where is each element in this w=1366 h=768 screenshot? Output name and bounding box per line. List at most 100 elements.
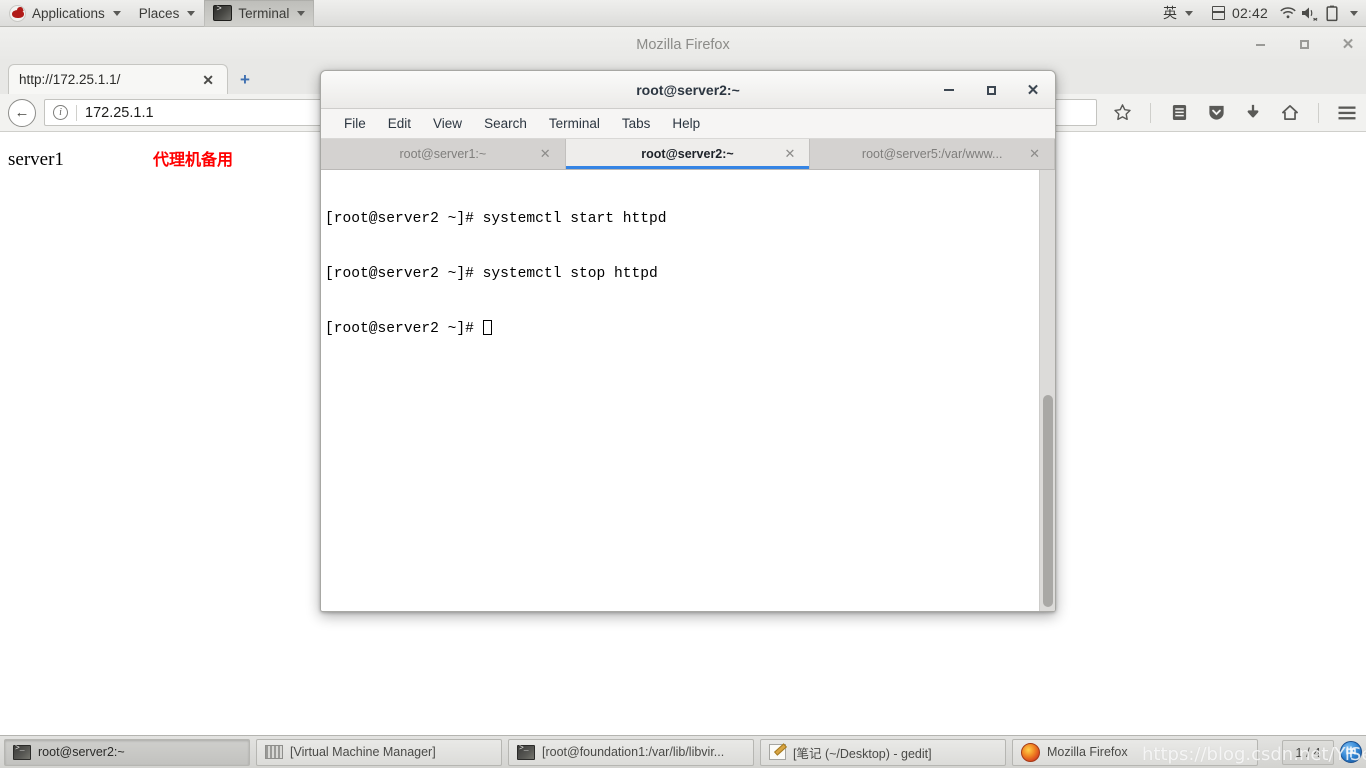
terminal-minimize-button[interactable] — [941, 82, 957, 98]
browser-tab-close-icon[interactable]: ✕ — [199, 73, 217, 87]
terminal-window-title: root@server2:~ — [636, 81, 740, 98]
terminal-line: [root@server2 ~]# systemctl stop httpd — [325, 266, 658, 282]
toolbar-divider — [1318, 102, 1319, 123]
input-method-label: 英 — [1162, 5, 1177, 21]
terminal-close-button[interactable]: ✕ — [1025, 82, 1041, 98]
terminal-tab-label: root@server5:/var/www... — [861, 147, 1003, 161]
downloads-icon[interactable] — [1242, 102, 1264, 124]
page-notice-text: 代理机备用 — [153, 150, 234, 169]
terminal-icon — [517, 744, 535, 760]
blue-app-icon[interactable]: 中 — [1340, 741, 1362, 763]
browser-tab-label: http://172.25.1.1/ — [19, 72, 121, 87]
terminal-prompt: [root@server2 ~]# — [325, 320, 483, 337]
pocket-shield-icon[interactable] — [1205, 102, 1227, 124]
menu-hamburger-icon[interactable] — [1336, 102, 1358, 124]
menu-tabs[interactable]: Tabs — [611, 109, 662, 139]
terminal-cursor — [482, 319, 492, 335]
chevron-down-icon — [1184, 10, 1193, 16]
reading-list-icon[interactable] — [1168, 102, 1190, 124]
url-input[interactable]: 172.25.1.1 — [85, 105, 154, 121]
taskbar-item-label: [Virtual Machine Manager] — [290, 745, 436, 759]
menu-view[interactable]: View — [422, 109, 473, 139]
chevron-down-icon — [297, 10, 306, 16]
firefox-close-button[interactable]: ✕ — [1340, 37, 1356, 53]
terminal-prompt-line: [root@server2 ~]# — [325, 319, 1039, 338]
terminal-window-controls: ✕ — [941, 71, 1041, 109]
terminal-tab-server1[interactable]: root@server1:~ ✕ — [321, 139, 566, 169]
firefox-window-controls: ✕ — [1252, 27, 1356, 62]
terminal-tab-server5[interactable]: root@server5:/var/www... ✕ — [810, 139, 1055, 169]
places-menu-label: Places — [138, 5, 180, 21]
menu-help[interactable]: Help — [661, 109, 711, 139]
places-menu[interactable]: Places — [130, 0, 205, 27]
active-app-label: Terminal — [238, 5, 290, 21]
taskbar-item-label: Mozilla Firefox — [1047, 745, 1128, 759]
terminal-tab-close-icon[interactable]: ✕ — [540, 146, 551, 162]
taskbar-item-virtual-machine-manager[interactable]: [Virtual Machine Manager] — [256, 738, 502, 766]
terminal-tab-server2[interactable]: root@server2:~ ✕ — [565, 139, 811, 169]
firefox-titlebar: Mozilla Firefox ✕ — [0, 27, 1366, 62]
terminal-tab-bar: root@server1:~ ✕ root@server2:~ ✕ root@s… — [321, 139, 1055, 170]
menu-file[interactable]: File — [333, 109, 377, 139]
site-info-icon[interactable]: i — [53, 105, 68, 120]
applications-menu[interactable]: Applications — [0, 0, 130, 27]
calendar-icon — [1211, 6, 1225, 20]
input-method-indicator[interactable]: 英 — [1154, 0, 1202, 27]
toolbar-divider — [1150, 102, 1151, 123]
taskbar-item-label: root@server2:~ — [38, 745, 125, 759]
taskbar-item-terminal-foundation1[interactable]: [root@foundation1:/var/lib/libvir... — [508, 738, 754, 766]
clock[interactable]: 02:42 — [1204, 5, 1276, 21]
browser-tab[interactable]: http://172.25.1.1/ ✕ — [8, 64, 228, 94]
back-button[interactable]: ← — [8, 98, 36, 127]
chevron-down-icon — [187, 10, 196, 16]
menu-edit[interactable]: Edit — [377, 109, 422, 139]
terminal-body: [root@server2 ~]# systemctl start httpd … — [321, 170, 1055, 611]
taskbar-item-terminal-server2[interactable]: root@server2:~ — [4, 738, 250, 766]
terminal-window: root@server2:~ ✕ File Edit View Search T… — [320, 70, 1056, 612]
bookmark-star-icon[interactable] — [1111, 102, 1133, 124]
chevron-down-icon[interactable] — [1350, 10, 1358, 16]
page-server-name: server1 — [8, 149, 64, 170]
terminal-icon — [213, 4, 233, 21]
taskbar: root@server2:~ [Virtual Machine Manager]… — [0, 735, 1366, 768]
terminal-scrollbar[interactable] — [1039, 170, 1055, 611]
firefox-window-title: Mozilla Firefox — [636, 36, 730, 53]
taskbar-item-gedit[interactable]: [笔记 (~/Desktop) - gedit] — [760, 738, 1006, 766]
terminal-tab-close-icon[interactable]: ✕ — [1029, 146, 1040, 162]
taskbar-item-label: [root@foundation1:/var/lib/libvir... — [542, 745, 725, 759]
firefox-toolbar-icons — [1105, 102, 1358, 124]
home-icon[interactable] — [1279, 102, 1301, 124]
terminal-line: [root@server2 ~]# systemctl start httpd — [325, 211, 667, 228]
active-app-terminal[interactable]: Terminal — [204, 0, 315, 27]
taskbar-item-firefox[interactable]: Mozilla Firefox — [1012, 738, 1258, 766]
wifi-icon[interactable] — [1278, 3, 1298, 23]
terminal-menubar: File Edit View Search Terminal Tabs Help — [321, 109, 1055, 139]
menu-terminal[interactable]: Terminal — [538, 109, 611, 139]
vmm-icon — [265, 745, 283, 759]
firefox-maximize-button[interactable] — [1296, 37, 1312, 53]
gedit-icon — [769, 744, 786, 760]
terminal-scrollbar-thumb[interactable] — [1043, 395, 1053, 607]
workspace-switcher[interactable]: 1 / 4 — [1282, 739, 1334, 765]
terminal-tab-close-icon[interactable]: ✕ — [784, 146, 795, 162]
redhat-logo-icon — [9, 4, 26, 22]
new-tab-button[interactable]: + — [240, 71, 250, 88]
panel-status-area: 英 02:42 — [1154, 0, 1366, 27]
volume-muted-icon[interactable] — [1300, 3, 1320, 23]
terminal-icon — [13, 744, 31, 760]
applications-menu-label: Applications — [32, 5, 105, 21]
terminal-tab-label: root@server2:~ — [641, 147, 734, 161]
firefox-icon — [1021, 742, 1040, 762]
chevron-down-icon — [112, 10, 121, 16]
clock-label: 02:42 — [1231, 5, 1268, 21]
terminal-tab-label: root@server1:~ — [399, 147, 487, 161]
taskbar-item-label: [笔记 (~/Desktop) - gedit] — [793, 746, 932, 761]
terminal-maximize-button[interactable] — [983, 82, 999, 98]
battery-icon[interactable] — [1322, 3, 1342, 23]
menu-search[interactable]: Search — [473, 109, 538, 139]
url-divider — [76, 104, 77, 121]
top-panel: Applications Places Terminal 英 02:42 — [0, 0, 1366, 27]
terminal-screen[interactable]: [root@server2 ~]# systemctl start httpd … — [321, 170, 1039, 611]
terminal-titlebar: root@server2:~ ✕ — [321, 71, 1055, 109]
firefox-minimize-button[interactable] — [1252, 37, 1268, 53]
